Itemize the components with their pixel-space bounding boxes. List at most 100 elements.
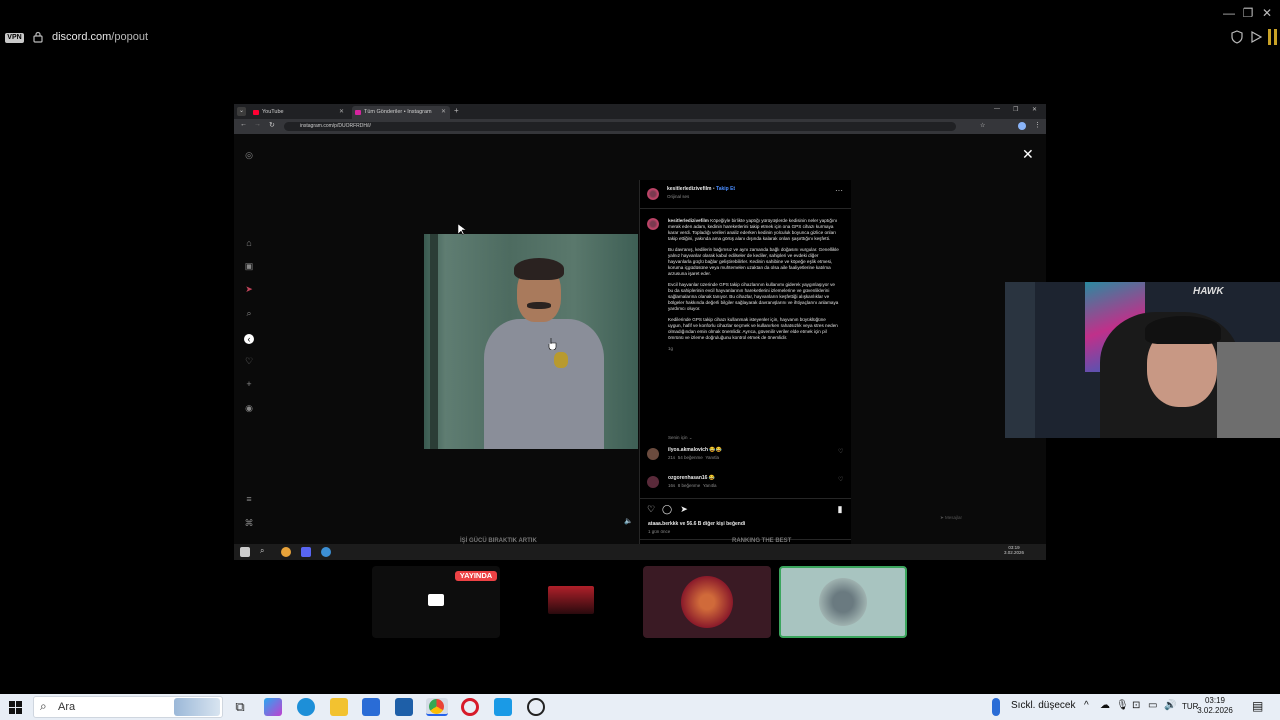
sidebar-toggle-icon[interactable] bbox=[1268, 29, 1271, 45]
comment-user[interactable]: ozgorenhasan16 bbox=[668, 475, 707, 481]
home-icon[interactable]: ⌂ bbox=[244, 238, 254, 248]
comment-user[interactable]: ilyos.akmalovich bbox=[668, 447, 708, 453]
close-icon[interactable]: ✕ bbox=[1259, 6, 1275, 20]
system-clock[interactable]: 03:19 3.02.2026 bbox=[1196, 696, 1234, 716]
inner-minimize-icon[interactable]: — bbox=[994, 106, 1000, 112]
mute-icon[interactable]: 🔈 bbox=[624, 517, 633, 525]
post-video[interactable] bbox=[424, 234, 638, 449]
address-bar[interactable]: discord.com/popout bbox=[52, 31, 148, 43]
tab-instagram[interactable]: Tüm Gönderiler • Instagram ✕ bbox=[352, 106, 450, 119]
task-view-icon[interactable]: ⧉ bbox=[231, 698, 249, 716]
inner-restore-icon[interactable]: ❐ bbox=[1013, 106, 1018, 113]
inner-start-icon[interactable] bbox=[240, 547, 250, 557]
comment: ozgorenhasan16 😂 bbox=[668, 475, 716, 481]
forward-icon[interactable]: → bbox=[254, 121, 261, 128]
chrome-taskbar-button[interactable] bbox=[426, 698, 448, 716]
create-icon[interactable]: + bbox=[244, 379, 254, 389]
caption-username[interactable]: kesitlerledizivefilm bbox=[668, 218, 709, 223]
network-icon[interactable]: ▭ bbox=[1148, 700, 1157, 711]
edge-icon[interactable] bbox=[297, 698, 315, 716]
volume-icon[interactable]: 🔊 bbox=[1164, 700, 1176, 711]
tab-close-icon[interactable]: ✕ bbox=[441, 106, 446, 119]
taskbar-search[interactable]: ⌕ Ara bbox=[33, 696, 223, 718]
stream-tile[interactable] bbox=[508, 566, 636, 638]
likes-text[interactable]: ataaa.berkkk ve 56.6 B diğer kişi beğend… bbox=[648, 521, 745, 528]
comment-icon[interactable]: ◯ bbox=[662, 504, 672, 514]
app-icon[interactable] bbox=[494, 698, 512, 716]
more-options-icon[interactable]: ··· bbox=[835, 186, 843, 195]
like-icon[interactable]: ♡ bbox=[646, 504, 656, 514]
explore-icon[interactable]: ‹ bbox=[244, 334, 254, 344]
restore-icon[interactable]: ❐ bbox=[1240, 6, 1256, 20]
inner-address-bar[interactable]: instagram.com/p/DUORFRDH/i/ bbox=[284, 122, 956, 131]
copilot-icon[interactable] bbox=[264, 698, 282, 716]
vpn-badge[interactable]: VPN bbox=[5, 33, 24, 43]
author-username[interactable]: kesitlerledizivefilm • Takip Et bbox=[667, 186, 735, 193]
comment-like-icon[interactable]: ♡ bbox=[838, 448, 843, 455]
reels-icon[interactable]: ▣ bbox=[244, 261, 254, 271]
minimize-icon[interactable]: — bbox=[1221, 6, 1237, 20]
windows-start-icon[interactable] bbox=[9, 701, 22, 714]
participant-tile-speaking[interactable] bbox=[779, 566, 907, 638]
comment-sort[interactable]: Senin için ⌄ bbox=[668, 435, 693, 441]
follow-button[interactable]: Takip Et bbox=[716, 186, 735, 192]
tray-app-icon[interactable]: ☁ bbox=[1100, 700, 1110, 711]
caption-paragraph: Kedilerinde GPS takip cihazı kullanmak i… bbox=[668, 316, 838, 341]
more-menu-icon[interactable]: ≡ bbox=[244, 494, 254, 504]
commenter-avatar[interactable] bbox=[647, 448, 659, 460]
tray-icon[interactable]: ⊡ bbox=[1132, 700, 1140, 711]
outlook-icon[interactable] bbox=[395, 698, 413, 716]
screen-share-icon bbox=[428, 594, 444, 606]
instagram-logo-icon[interactable]: ◎ bbox=[244, 150, 254, 160]
tab-youtube[interactable]: YouTube ✕ bbox=[250, 106, 348, 119]
tray-overflow-icon[interactable]: ^ bbox=[1084, 700, 1089, 711]
store-icon[interactable] bbox=[362, 698, 380, 716]
messages-icon[interactable]: ➤ bbox=[244, 284, 254, 294]
webcam-frame-detail bbox=[1217, 342, 1280, 438]
commenter-avatar[interactable] bbox=[647, 476, 659, 488]
comment-like-icon[interactable]: ♡ bbox=[838, 476, 843, 483]
notifications-icon[interactable]: ♡ bbox=[244, 356, 254, 366]
save-icon[interactable]: ▮ bbox=[835, 504, 845, 514]
back-icon[interactable]: ← bbox=[240, 121, 247, 128]
webcam-frame-detail bbox=[1145, 316, 1221, 344]
new-tab-icon[interactable]: + bbox=[454, 106, 459, 115]
author-avatar[interactable] bbox=[647, 188, 659, 200]
inner-app-icon[interactable] bbox=[321, 547, 331, 557]
participant-avatar bbox=[819, 578, 867, 626]
inner-search-icon[interactable]: ⌕ bbox=[260, 546, 264, 556]
video-frame-detail bbox=[430, 234, 438, 449]
meta-icon[interactable]: ⌘ bbox=[244, 518, 254, 528]
participant-tile[interactable] bbox=[643, 566, 771, 638]
profile-avatar[interactable] bbox=[1018, 122, 1026, 130]
inner-clock: 03:19 3.02.2026 bbox=[1004, 545, 1025, 555]
audio-label[interactable]: Orijinal ses bbox=[667, 194, 689, 200]
search-icon[interactable]: ⌕ bbox=[244, 308, 254, 318]
reply-button[interactable]: Yanıtla bbox=[705, 455, 719, 460]
caption-avatar[interactable] bbox=[647, 218, 659, 230]
post-close-icon[interactable]: ✕ bbox=[1022, 146, 1034, 163]
file-explorer-icon[interactable] bbox=[330, 698, 348, 716]
reload-icon[interactable]: ↻ bbox=[269, 121, 275, 129]
opera-icon[interactable] bbox=[461, 698, 479, 716]
messages-button[interactable]: ➤ Mesajlar bbox=[940, 515, 962, 521]
menu-icon[interactable]: ⋮ bbox=[1034, 121, 1041, 129]
shield-icon[interactable] bbox=[1230, 30, 1244, 44]
reply-button[interactable]: Yanıtla bbox=[703, 483, 717, 488]
bookmark-star-icon[interactable]: ☆ bbox=[980, 122, 985, 129]
play-icon[interactable] bbox=[1249, 30, 1263, 44]
microphone-icon[interactable]: 🎙 bbox=[1116, 700, 1129, 711]
sidebar-toggle-icon-2[interactable] bbox=[1274, 29, 1277, 45]
inner-close-icon[interactable]: ✕ bbox=[1032, 106, 1037, 113]
profile-icon[interactable]: ◉ bbox=[244, 403, 254, 413]
tab-close-icon[interactable]: ✕ bbox=[339, 106, 344, 119]
search-highlight-image bbox=[174, 698, 220, 716]
tab-search-icon[interactable]: ⌄ bbox=[237, 107, 246, 116]
obs-icon[interactable] bbox=[527, 698, 545, 716]
inner-chrome-icon[interactable] bbox=[281, 547, 291, 557]
notifications-icon[interactable]: ▤ bbox=[1252, 699, 1263, 713]
share-icon[interactable]: ➤ bbox=[679, 504, 689, 514]
inner-discord-icon[interactable] bbox=[301, 547, 311, 557]
weather-label[interactable]: Sıckl. düşecek bbox=[1011, 700, 1075, 711]
instagram-page: ◎ ⌂ ▣ ➤ ⌕ ‹ ♡ + ◉ ≡ ⌘ ✕ kesitlerledizive… bbox=[234, 134, 1046, 560]
